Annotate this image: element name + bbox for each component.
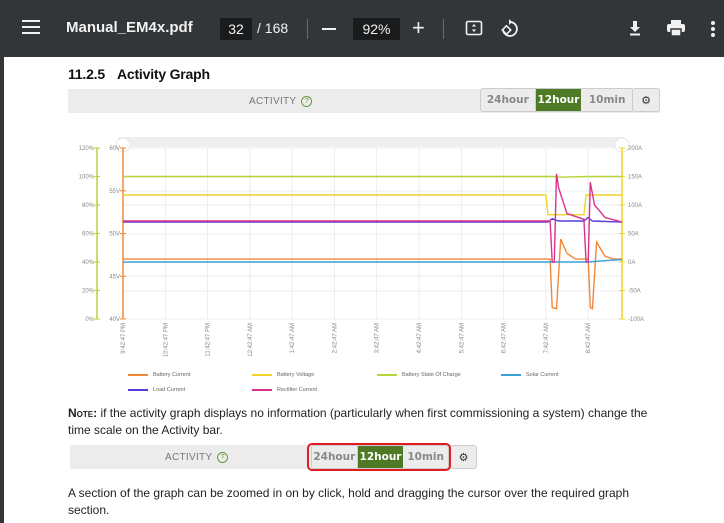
legend-item[interactable]: Solar Current [501, 372, 559, 378]
legend-label: Solar Current [526, 372, 559, 378]
chart-zoom-scrollbar[interactable] [118, 137, 624, 147]
legend-label: Battery State Of Charge [402, 372, 461, 378]
activity-label: ACTIVITY? [165, 452, 229, 464]
note-text: if the activity graph displays no inform… [68, 406, 648, 437]
x-tick-label: 2:42:47 AM [332, 323, 338, 353]
y-tick-label: 55V [109, 189, 120, 195]
x-tick-label: 4:42:47 AM [417, 323, 423, 353]
x-tick-label: 8:42:47 AM [586, 323, 592, 353]
y-tick-label: 100% [79, 175, 95, 181]
legend-label: Battery Current [153, 372, 191, 378]
legend-swatch [252, 389, 272, 391]
x-tick-label: 11:42:47 PM [206, 323, 212, 357]
y-tick-label: 20% [82, 289, 95, 295]
series-line-battery-current [123, 238, 622, 310]
x-tick-label: 6:42:47 AM [502, 323, 508, 353]
x-tick-label: 3:42:47 AM [375, 323, 381, 353]
series-line-solar-current [123, 259, 623, 263]
x-tick-label: 1:42:47 AM [290, 323, 296, 353]
chart-series [123, 173, 623, 310]
legend-item[interactable]: Load Current [128, 387, 185, 393]
activity-label-text: ACTIVITY [165, 452, 213, 464]
y-tick-label: 0% [85, 317, 94, 323]
y-tick-label: 200A [628, 146, 642, 152]
y-tick-label: 40V [109, 317, 120, 323]
legend-label: Rectifier Current [277, 387, 318, 393]
legend-item[interactable]: Battery State Of Charge [377, 372, 461, 378]
note-label: Note: [68, 406, 98, 420]
legend-swatch [128, 374, 148, 376]
y-tick-label: 120% [79, 146, 95, 152]
x-tick-label: 12:42:47 AM [248, 323, 254, 357]
series-line-battery-state-of-charge [123, 175, 622, 178]
y-tick-label: 60% [82, 232, 95, 238]
body-paragraph: A section of the graph can be zoomed in … [68, 486, 630, 517]
legend-swatch [252, 374, 272, 376]
legend-label: Battery Voltage [277, 372, 315, 378]
x-tick-label: 7:42:47 AM [544, 323, 550, 353]
series-line-rectifier-current [123, 173, 623, 263]
y-tick-label: 45V [109, 274, 120, 280]
activity-chart: 0% 20% 40% 60% 80% 100% 120% 40V 45V 50V 55V 60V -10… [79, 137, 644, 357]
y-tick-label: 0A [628, 260, 635, 266]
legend-label: Load Current [153, 387, 186, 393]
y-tick-label: 150A [628, 175, 642, 181]
legend-item[interactable]: Battery Voltage [252, 372, 314, 378]
y-tick-label: 80% [82, 203, 95, 209]
settings-gear-icon[interactable]: ⚙ [450, 445, 477, 469]
y-tick-label: 40% [82, 260, 95, 266]
x-tick-label: 5:42:47 AM [459, 323, 465, 353]
legend-swatch [128, 389, 148, 391]
y-tick-label: -50A [628, 289, 641, 295]
highlight-box [307, 443, 451, 471]
legend-swatch [377, 374, 397, 376]
y-tick-label: 50V [109, 232, 120, 238]
chart-grid [122, 147, 622, 320]
chart-axes: 0% 20% 40% 60% 80% 100% 120% 40V 45V 50V 55V 60V -10… [79, 146, 644, 323]
legend-item[interactable]: Battery Current [128, 372, 190, 378]
legend-item[interactable]: Rectifier Current [252, 387, 317, 393]
y-tick-label: -100A [628, 317, 644, 323]
y-tick-label: 100A [628, 203, 642, 209]
x-tick-label: 10:42:47 PM [163, 323, 169, 357]
help-icon[interactable]: ? [217, 452, 229, 463]
note-paragraph: Note: if the activity graph displays no … [68, 405, 658, 439]
x-axis-labels: 9:42:47 PM 10:42:47 PM 11:42:47 PM 12:42:47… [121, 323, 592, 357]
legend-swatch [501, 374, 521, 376]
y-tick-label: 60V [109, 146, 120, 152]
y-tick-label: 50A [628, 232, 639, 238]
x-tick-label: 9:42:47 PM [121, 323, 127, 354]
